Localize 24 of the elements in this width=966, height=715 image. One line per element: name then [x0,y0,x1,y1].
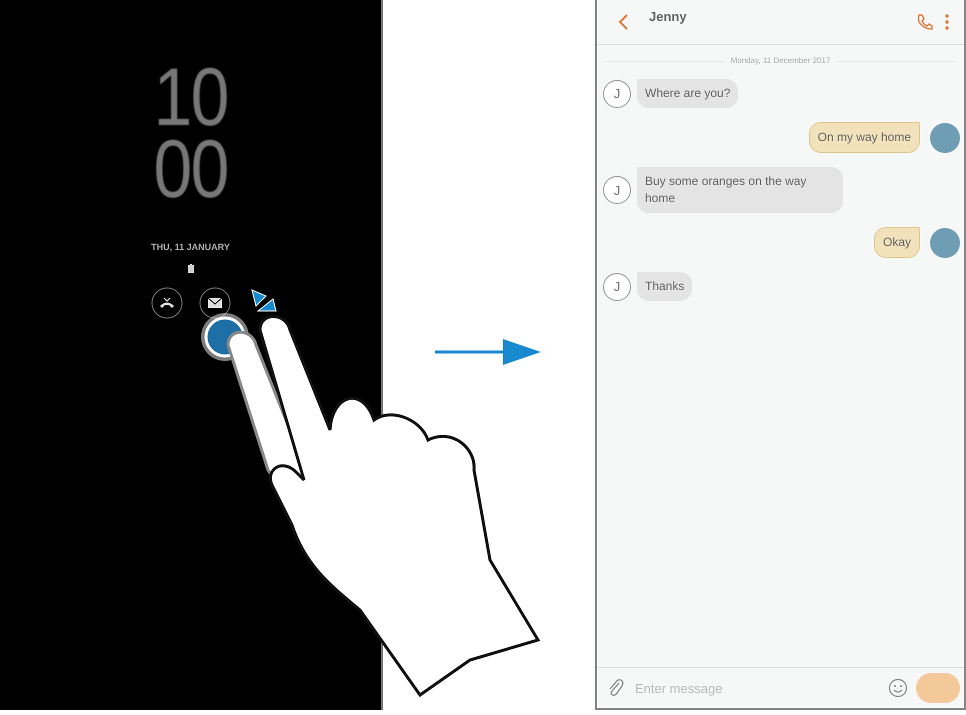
clock-hours: 10 [153,62,228,134]
battery-icon [188,264,194,273]
more-options-icon[interactable] [944,13,950,31]
tap-marks-icon [251,289,277,312]
right-arrow-icon [435,339,541,365]
missed-call-icon[interactable] [150,287,182,319]
message-bubble: On my way home [808,122,920,153]
contact-avatar: J [603,80,631,108]
contact-avatar: J [603,272,631,300]
contact-avatar: J [603,176,631,204]
lock-date: THU, 11 JANUARY [151,242,230,252]
message-input[interactable]: Enter message [633,680,880,696]
clock-minutes: 00 [153,134,228,206]
phone-icon[interactable] [916,13,934,31]
contact-name: Jenny [649,8,688,24]
envelope-icon[interactable] [198,287,230,319]
photo-placeholder [930,122,960,152]
message-bubble: Where are you? [637,79,738,108]
emoji-icon[interactable] [888,678,908,698]
attachment-icon[interactable] [607,678,625,698]
message-bubble: Thanks [637,272,692,301]
photo-placeholder [930,228,960,258]
message-bubble: Buy some oranges on the way home [637,167,843,213]
message-bubble: Okay [874,227,920,258]
